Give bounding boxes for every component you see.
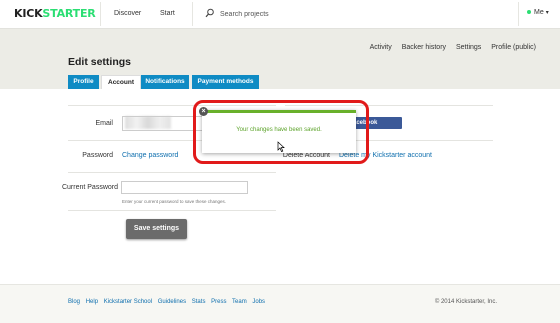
caret-down-icon: ▾	[545, 10, 549, 16]
sub-nav: Activity Backer history Settings Profile…	[362, 44, 536, 51]
subnav-activity[interactable]: Activity	[370, 44, 392, 51]
highlight-annotation	[193, 100, 369, 164]
footer-link-stats[interactable]: Stats	[192, 299, 206, 305]
footer-link-kickstarter-school[interactable]: Kickstarter School	[104, 299, 152, 305]
footer-link-jobs[interactable]: Jobs	[252, 299, 265, 305]
subnav-backer-history[interactable]: Backer history	[402, 44, 446, 51]
current-password-hint: Enter your current password to save thes…	[122, 199, 227, 204]
change-password-link[interactable]: Change password	[122, 152, 178, 159]
nav-divider	[518, 2, 519, 26]
start-link[interactable]: Start	[160, 10, 175, 17]
footer: Blog Help Kickstarter School Guidelines …	[0, 284, 560, 323]
discover-link[interactable]: Discover	[114, 10, 141, 17]
footer-link-guidelines[interactable]: Guidelines	[158, 299, 186, 305]
current-password-input[interactable]	[121, 181, 248, 194]
tab-notifications[interactable]: Notifications	[141, 75, 189, 89]
user-menu-label: Me	[534, 9, 544, 16]
logo-text-right: STARTER	[42, 7, 96, 20]
top-nav: KICKSTARTER Discover Start Me▾	[0, 0, 560, 29]
current-password-label: Current Password	[61, 184, 118, 191]
search-input[interactable]	[220, 8, 380, 20]
page-title: Edit settings	[68, 56, 132, 68]
footer-link-press[interactable]: Press	[211, 299, 226, 305]
save-settings-button[interactable]: Save settings	[126, 219, 187, 239]
kickstarter-logo[interactable]: KICKSTARTER	[14, 7, 96, 20]
email-label: Email	[95, 120, 113, 127]
copyright: © 2014 Kickstarter, Inc.	[434, 299, 497, 305]
online-indicator-icon	[527, 10, 531, 15]
footer-link-help[interactable]: Help	[86, 299, 98, 305]
email-field[interactable]	[122, 116, 204, 131]
footer-link-team[interactable]: Team	[232, 299, 247, 305]
tab-payment-methods[interactable]: Payment methods	[192, 75, 259, 89]
tab-account[interactable]: Account	[101, 75, 141, 90]
divider	[68, 172, 276, 173]
tab-profile[interactable]: Profile	[68, 75, 99, 89]
mouse-cursor-icon	[277, 141, 285, 152]
nav-divider	[100, 2, 101, 26]
search-icon[interactable]	[205, 8, 215, 18]
subnav-settings[interactable]: Settings	[456, 44, 481, 51]
password-label: Password	[82, 152, 113, 159]
nav-divider	[192, 2, 193, 26]
footer-link-blog[interactable]: Blog	[68, 299, 80, 305]
divider	[68, 210, 276, 211]
footer-links: Blog Help Kickstarter School Guidelines …	[68, 299, 269, 305]
subnav-profile-public[interactable]: Profile (public)	[491, 44, 536, 51]
logo-text-left: KICK	[14, 7, 43, 20]
user-menu[interactable]: Me ▾	[527, 9, 549, 16]
